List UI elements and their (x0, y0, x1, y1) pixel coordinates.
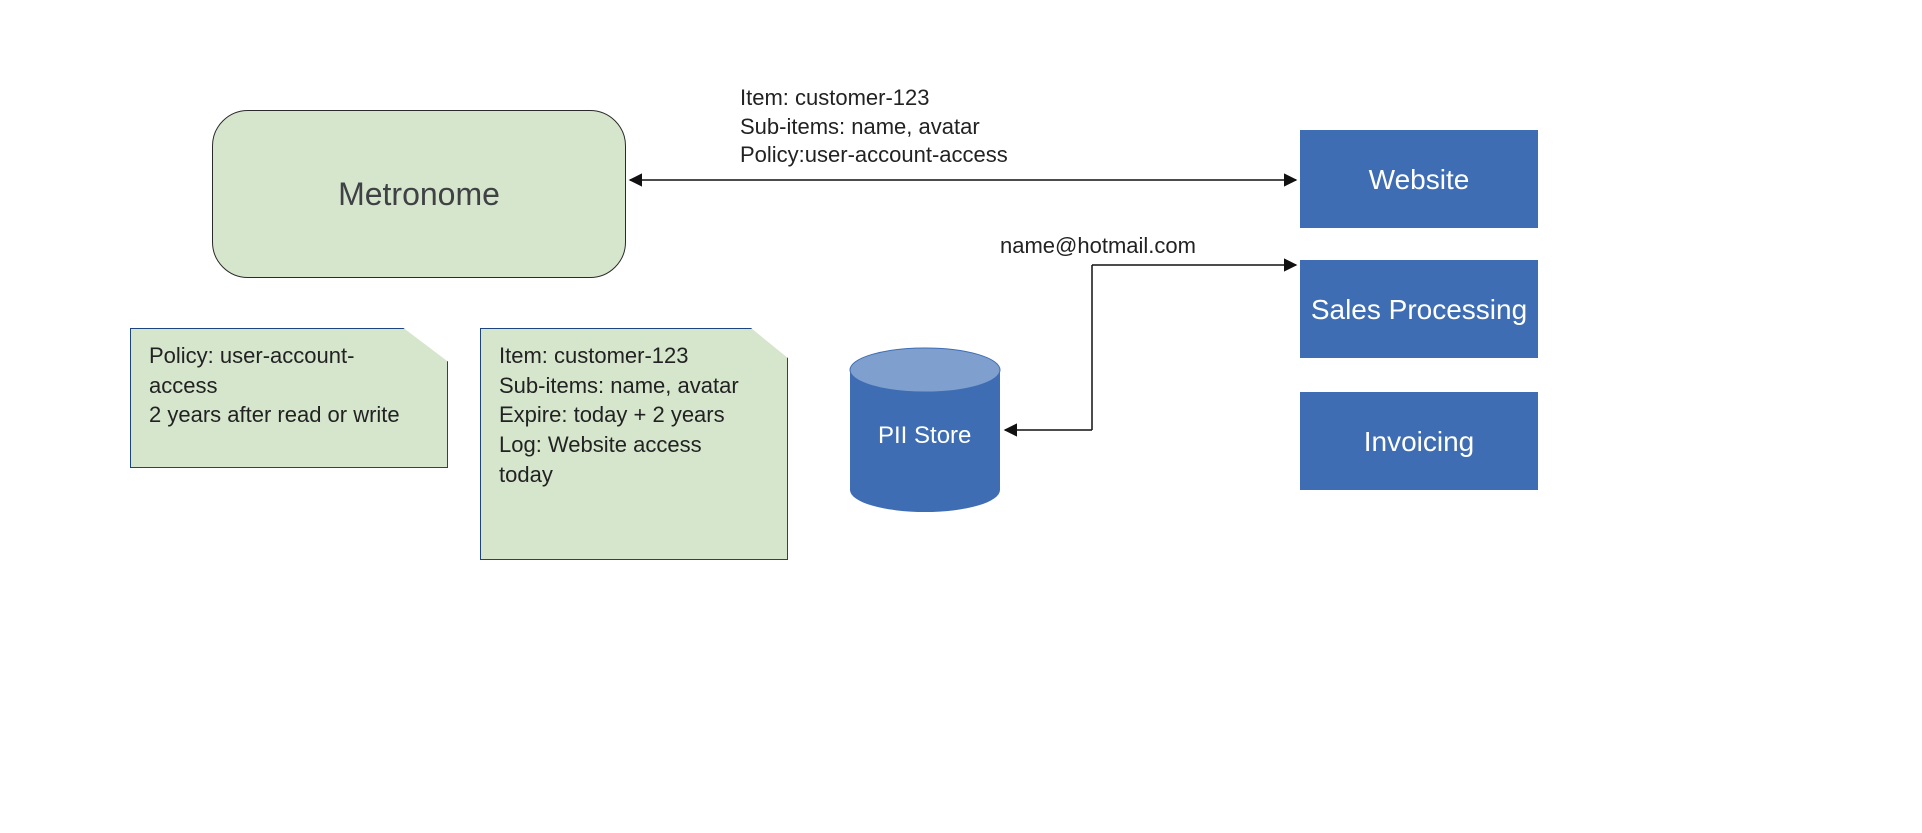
node-invoicing: Invoicing (1300, 392, 1538, 490)
edge-label-top-line1: Item: customer-123 (740, 84, 1160, 113)
edge-label-top: Item: customer-123 Sub-items: name, avat… (740, 84, 1160, 170)
node-metronome: Metronome (212, 110, 626, 278)
note-policy: Policy: user-account- access 2 years aft… (130, 328, 448, 468)
note-item-line3: Expire: today + 2 years (499, 400, 769, 430)
note-item-line1: Item: customer-123 (499, 341, 769, 371)
node-pii-store-label: PII Store (878, 420, 971, 451)
node-sales-processing: Sales Processing (1300, 260, 1538, 358)
node-metronome-label: Metronome (338, 176, 500, 213)
note-item: Item: customer-123 Sub-items: name, avat… (480, 328, 788, 560)
edge-label-email: name@hotmail.com (1000, 232, 1196, 261)
diagram-canvas: Metronome Policy: user-account- access 2… (0, 0, 1922, 833)
note-item-line4: Log: Website access (499, 430, 769, 460)
node-invoicing-label: Invoicing (1364, 424, 1475, 459)
edge-label-top-line3: Policy:user-account-access (740, 141, 1160, 170)
note-item-line2: Sub-items: name, avatar (499, 371, 769, 401)
node-sales-processing-label: Sales Processing (1311, 292, 1527, 327)
edge-label-top-line2: Sub-items: name, avatar (740, 113, 1160, 142)
note-policy-line1: Policy: user-account- (149, 341, 429, 371)
node-website: Website (1300, 130, 1538, 228)
note-item-line5: today (499, 460, 769, 490)
note-policy-line3: 2 years after read or write (149, 400, 429, 430)
note-policy-line2: access (149, 371, 429, 401)
node-website-label: Website (1369, 162, 1470, 197)
edge-sales-pii (1005, 265, 1296, 430)
